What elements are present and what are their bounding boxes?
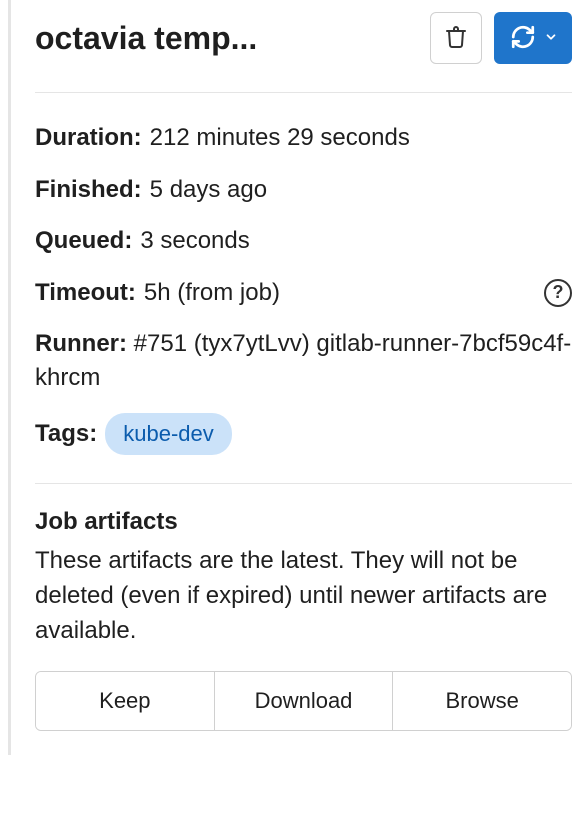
retry-icon xyxy=(510,24,536,53)
timeout-row: Timeout: 5h (from job) ? xyxy=(35,276,572,310)
keep-button[interactable]: Keep xyxy=(36,672,214,730)
tags-row: Tags: kube-dev xyxy=(35,413,572,456)
page-title: octavia temp... xyxy=(35,20,418,57)
download-button[interactable]: Download xyxy=(214,672,393,730)
finished-label: Finished: xyxy=(35,173,142,207)
duration-value: 212 minutes 29 seconds xyxy=(150,121,410,155)
queued-label: Queued: xyxy=(35,224,132,258)
artifacts-description: These artifacts are the latest. They wil… xyxy=(35,544,572,648)
finished-row: Finished: 5 days ago xyxy=(35,173,572,207)
help-icon[interactable]: ? xyxy=(544,279,572,307)
page-header: octavia temp... xyxy=(35,0,572,76)
divider xyxy=(35,92,572,93)
artifacts-buttons: Keep Download Browse xyxy=(35,671,572,731)
runner-row: Runner: #751 (tyx7ytLvv) gitlab-runner-7… xyxy=(35,327,572,394)
job-meta: Duration: 212 minutes 29 seconds Finishe… xyxy=(35,121,572,455)
chevron-down-icon xyxy=(544,30,558,47)
queued-row: Queued: 3 seconds xyxy=(35,224,572,258)
queued-value: 3 seconds xyxy=(140,224,249,258)
finished-value: 5 days ago xyxy=(150,173,267,207)
duration-row: Duration: 212 minutes 29 seconds xyxy=(35,121,572,155)
runner-label: Runner: xyxy=(35,330,127,357)
artifacts-title: Job artifacts xyxy=(35,508,572,536)
tag-badge[interactable]: kube-dev xyxy=(105,413,232,456)
trash-icon xyxy=(444,25,468,52)
divider xyxy=(35,483,572,484)
artifacts-section: Job artifacts These artifacts are the la… xyxy=(35,508,572,730)
tags-label: Tags: xyxy=(35,417,97,451)
delete-button[interactable] xyxy=(430,12,482,64)
timeout-label: Timeout: xyxy=(35,276,136,310)
browse-button[interactable]: Browse xyxy=(392,672,571,730)
duration-label: Duration: xyxy=(35,121,142,155)
retry-button[interactable] xyxy=(494,12,572,64)
timeout-value: 5h (from job) xyxy=(144,276,280,310)
